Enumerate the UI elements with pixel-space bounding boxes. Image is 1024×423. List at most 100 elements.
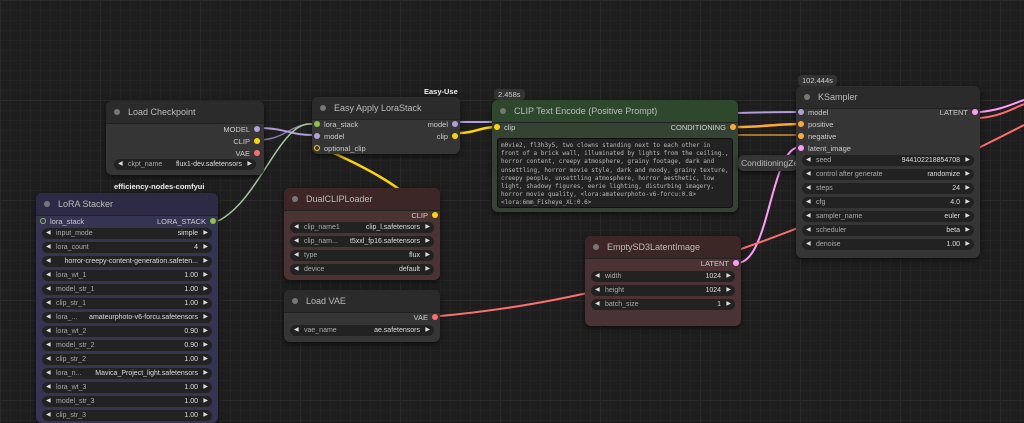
left-arrow-icon[interactable]: ◀: [294, 264, 299, 275]
lora-stacker-widget[interactable]: ◀ clip_str_2 1.00 ▶: [42, 354, 212, 365]
left-arrow-icon[interactable]: ◀: [46, 368, 51, 379]
lora-stack-slot-icon[interactable]: [210, 218, 216, 224]
clip-name1-widget[interactable]: ◀ clip_name1 clip_l.safetensors ▶: [290, 222, 434, 233]
left-arrow-icon[interactable]: ◀: [294, 250, 299, 261]
batch-size-widget[interactable]: ◀ batch_size 1 ▶: [591, 299, 735, 310]
lora-stacker-widget[interactable]: ◀ horror-creepy-content-generation.safete…: [42, 256, 212, 267]
lora-stack-slot-icon[interactable]: [40, 218, 46, 224]
collapse-dot-icon[interactable]: [114, 109, 120, 115]
clip-slot-icon[interactable]: [432, 212, 438, 218]
dual-clip-loader-node[interactable]: DualCLIPLoader CLIP ◀ clip_name1 clip_l.sa…: [284, 188, 440, 280]
output-vae[interactable]: VAE: [236, 149, 260, 158]
right-arrow-icon[interactable]: ▶: [203, 368, 208, 379]
left-arrow-icon[interactable]: ◀: [118, 159, 123, 170]
clip-name2-widget[interactable]: ◀ clip_nam... t5xxl_fp16.safetensors ▶: [290, 236, 434, 247]
seed-widget[interactable]: ◀ seed 944102218854708 ▶: [802, 155, 974, 166]
lora-stacker-node[interactable]: LoRA Stacker lora_stack LORA_STACK ◀ inpu…: [36, 193, 218, 423]
left-arrow-icon[interactable]: ◀: [806, 239, 811, 250]
lora-stacker-widget[interactable]: ◀ lora_wt_1 1.00 ▶: [42, 270, 212, 281]
collapse-dot-icon[interactable]: [292, 196, 298, 202]
clip-slot-icon[interactable]: [254, 138, 260, 144]
lora-stacker-widget[interactable]: ◀ lora_n... Mavica_Project_light.safetenso…: [42, 368, 212, 379]
left-arrow-icon[interactable]: ◀: [294, 222, 299, 233]
node-title[interactable]: KSampler: [796, 86, 980, 109]
node-title[interactable]: LoRA Stacker: [36, 193, 218, 216]
output-clip[interactable]: CLIP: [233, 137, 260, 146]
right-arrow-icon[interactable]: ▶: [203, 284, 208, 295]
output-lora-stack[interactable]: LORA_STACK: [157, 217, 216, 226]
right-arrow-icon[interactable]: ▶: [203, 382, 208, 393]
model-slot-icon[interactable]: [254, 126, 260, 132]
lora-stacker-widget[interactable]: ◀ lora_wt_3 1.00 ▶: [42, 382, 212, 393]
left-arrow-icon[interactable]: ◀: [46, 242, 51, 253]
right-arrow-icon[interactable]: ▶: [203, 256, 208, 267]
input-lora-stack[interactable]: lora_stack: [314, 120, 358, 129]
right-arrow-icon[interactable]: ▶: [425, 250, 430, 261]
right-arrow-icon[interactable]: ▶: [965, 155, 970, 166]
right-arrow-icon[interactable]: ▶: [425, 264, 430, 275]
output-latent[interactable]: LATENT: [701, 259, 739, 268]
left-arrow-icon[interactable]: ◀: [46, 312, 51, 323]
right-arrow-icon[interactable]: ▶: [203, 298, 208, 309]
prompt-textarea[interactable]: [497, 138, 733, 208]
left-arrow-icon[interactable]: ◀: [46, 298, 51, 309]
latent-slot-icon[interactable]: [733, 260, 739, 266]
right-arrow-icon[interactable]: ▶: [425, 222, 430, 233]
empty-sd3-latent-image-node[interactable]: EmptySD3LatentImage LATENT ◀ width 1024 ▶ ◀…: [585, 236, 741, 326]
left-arrow-icon[interactable]: ◀: [806, 169, 811, 180]
lora-stacker-widget[interactable]: ◀ lora_count 4 ▶: [42, 242, 212, 253]
denoise-widget[interactable]: ◀ denoise 1.00 ▶: [802, 239, 974, 250]
input-model[interactable]: model: [314, 132, 344, 141]
type-widget[interactable]: ◀ type flux ▶: [290, 250, 434, 261]
output-latent[interactable]: LATENT: [940, 108, 978, 117]
right-arrow-icon[interactable]: ▶: [203, 242, 208, 253]
collapse-dot-icon[interactable]: [804, 94, 810, 100]
clip-slot-icon[interactable]: [314, 145, 320, 151]
left-arrow-icon[interactable]: ◀: [46, 270, 51, 281]
right-arrow-icon[interactable]: ▶: [965, 169, 970, 180]
cfg-widget[interactable]: ◀ cfg 4.0 ▶: [802, 197, 974, 208]
right-arrow-icon[interactable]: ▶: [965, 239, 970, 250]
lora-stacker-widget[interactable]: ◀ clip_str_1 1.00 ▶: [42, 298, 212, 309]
right-arrow-icon[interactable]: ▶: [203, 270, 208, 281]
collapse-dot-icon[interactable]: [292, 298, 298, 304]
output-model[interactable]: MODEL: [223, 125, 260, 134]
clip-slot-icon[interactable]: [452, 133, 458, 139]
lora-stacker-widget[interactable]: ◀ input_mode simple ▶: [42, 228, 212, 239]
right-arrow-icon[interactable]: ▶: [203, 354, 208, 365]
right-arrow-icon[interactable]: ▶: [203, 340, 208, 351]
input-negative[interactable]: negative: [798, 132, 836, 141]
right-arrow-icon[interactable]: ▶: [203, 326, 208, 337]
collapse-dot-icon[interactable]: [320, 105, 326, 111]
left-arrow-icon[interactable]: ◀: [46, 396, 51, 407]
left-arrow-icon[interactable]: ◀: [46, 228, 51, 239]
height-widget[interactable]: ◀ height 1024 ▶: [591, 285, 735, 296]
right-arrow-icon[interactable]: ▶: [203, 396, 208, 407]
node-title[interactable]: Load VAE: [284, 290, 440, 313]
conditioning-zero-node[interactable]: ConditioningZe: [738, 155, 798, 171]
conditioning-slot-icon[interactable]: [798, 121, 804, 127]
model-slot-icon[interactable]: [452, 121, 458, 127]
right-arrow-icon[interactable]: ▶: [965, 197, 970, 208]
lora-stacker-widget[interactable]: ◀ lora_... amateurphoto-v6-forcu.safetenso…: [42, 312, 212, 323]
latent-slot-icon[interactable]: [972, 109, 978, 115]
input-clip[interactable]: clip: [494, 123, 515, 132]
conditioning-slot-icon[interactable]: [730, 124, 736, 130]
output-vae[interactable]: VAE: [414, 313, 438, 322]
latent-slot-icon[interactable]: [798, 145, 804, 151]
node-title[interactable]: Load Checkpoint: [106, 101, 264, 124]
device-widget[interactable]: ◀ device default ▶: [290, 264, 434, 275]
collapse-dot-icon[interactable]: [593, 244, 599, 250]
vae-slot-icon[interactable]: [432, 314, 438, 320]
lora-stacker-widget[interactable]: ◀ model_str_1 1.00 ▶: [42, 284, 212, 295]
right-arrow-icon[interactable]: ▶: [965, 225, 970, 236]
clip-slot-icon[interactable]: [494, 124, 500, 130]
left-arrow-icon[interactable]: ◀: [294, 236, 299, 247]
left-arrow-icon[interactable]: ◀: [294, 325, 299, 336]
control-after-generate-widget[interactable]: ◀ control after generate randomize ▶: [802, 169, 974, 180]
easy-apply-lorastack-node[interactable]: Easy Apply LoraStack lora_stack model op…: [312, 97, 460, 154]
input-latent-image[interactable]: latent_image: [798, 144, 851, 153]
left-arrow-icon[interactable]: ◀: [46, 326, 51, 337]
width-widget[interactable]: ◀ width 1024 ▶: [591, 271, 735, 282]
left-arrow-icon[interactable]: ◀: [46, 256, 51, 267]
